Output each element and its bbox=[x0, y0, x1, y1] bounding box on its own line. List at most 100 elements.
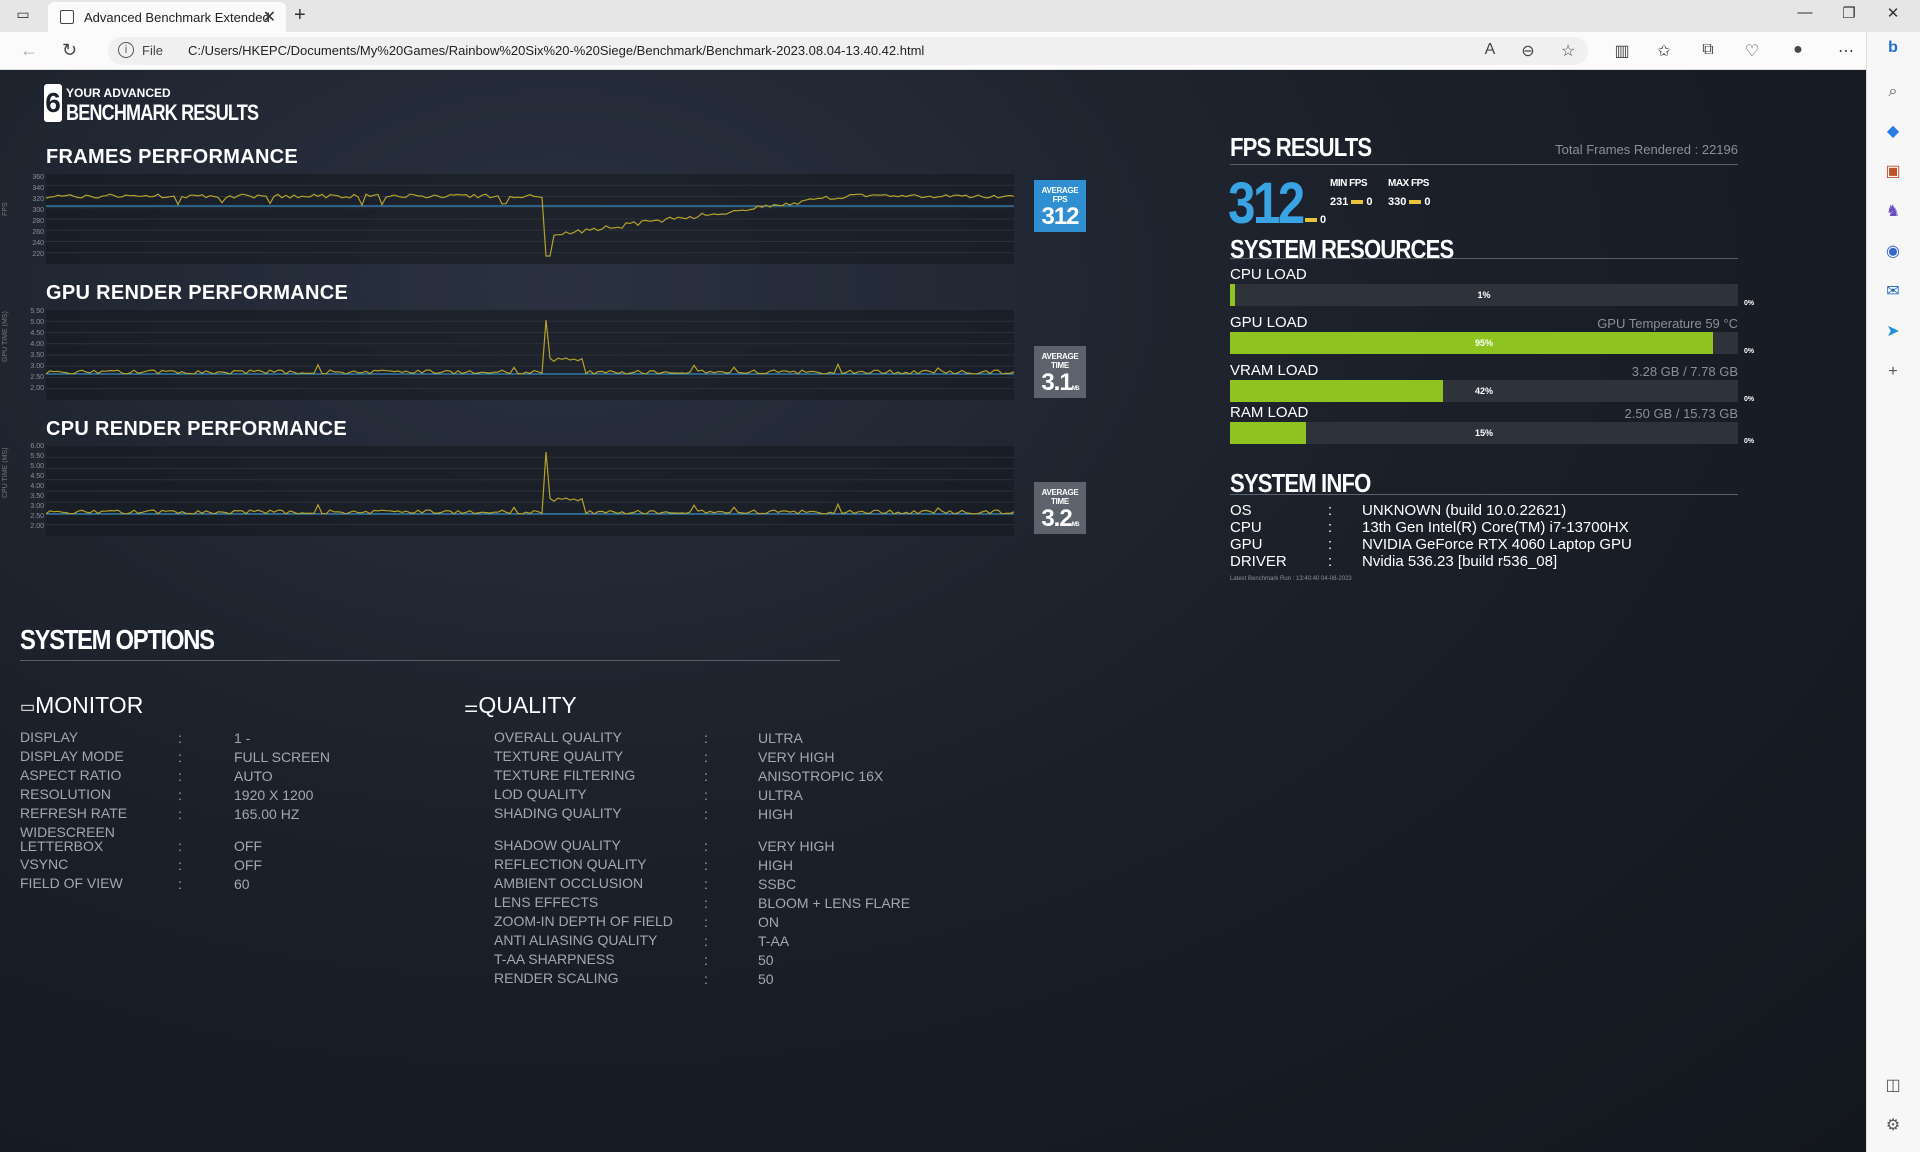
tick-label: 220 bbox=[32, 251, 44, 258]
gpu-avg-unit: MS bbox=[1071, 386, 1080, 392]
setting-value: SSBC bbox=[758, 876, 797, 892]
tick-label: 360 bbox=[32, 174, 44, 181]
add-sidebar-icon[interactable]: + bbox=[1881, 360, 1905, 384]
setting-separator: : bbox=[178, 768, 182, 784]
setting-separator: : bbox=[704, 768, 708, 784]
system-options-title: SYSTEM OPTIONS bbox=[20, 624, 215, 655]
telegram-icon[interactable]: ➤ bbox=[1881, 320, 1905, 344]
read-aloud-icon[interactable]: A bbox=[1478, 41, 1502, 59]
tick-label: 2.50 bbox=[30, 374, 44, 381]
max-fps-sub: 0 bbox=[1424, 196, 1431, 208]
logo-line-2: BENCHMARK RESULTS bbox=[66, 100, 259, 125]
info-value: Nvidia 536.23 [build r536_08] bbox=[1362, 553, 1558, 570]
setting-name: REFRESH RATE bbox=[20, 805, 128, 821]
tick-label: 4.50 bbox=[30, 473, 44, 480]
browser-tab[interactable]: Advanced Benchmark Extended ✕ bbox=[48, 2, 286, 32]
more-menu-icon[interactable]: ⋯ bbox=[1834, 41, 1858, 61]
games-icon[interactable]: ♞ bbox=[1881, 200, 1905, 224]
tools-icon[interactable]: ▣ bbox=[1881, 160, 1905, 184]
favorites-icon[interactable]: ✩ bbox=[1652, 41, 1676, 61]
setting-name: ANTI ALIASING QUALITY bbox=[494, 932, 658, 948]
gpu-y-label: GPU TIME (MS) bbox=[2, 311, 9, 362]
tab-actions-icon[interactable]: ▭ bbox=[10, 6, 36, 26]
latest-run: Latest Benchmark Run : 13:40:40 04-08-20… bbox=[1230, 576, 1352, 582]
setting-separator: : bbox=[704, 895, 708, 911]
setting-value: VERY HIGH bbox=[758, 749, 835, 765]
tick-label: 4.00 bbox=[30, 341, 44, 348]
info-icon[interactable]: i bbox=[118, 42, 134, 58]
fps-results-title: FPS RESULTS bbox=[1230, 132, 1372, 162]
gpu-load-bar: 95% bbox=[1230, 332, 1738, 354]
url-field[interactable]: i File C:/Users/HKEPC/Documents/My%20Gam… bbox=[108, 37, 1588, 65]
close-tab-icon[interactable]: ✕ bbox=[263, 7, 276, 27]
setting-name: T-AA SHARPNESS bbox=[494, 951, 615, 967]
tick-label: 3.00 bbox=[30, 503, 44, 510]
zoom-icon[interactable]: ⊖ bbox=[1516, 41, 1540, 61]
setting-separator: : bbox=[704, 876, 708, 892]
minimize-icon[interactable]: — bbox=[1782, 4, 1828, 21]
info-sep: : bbox=[1328, 536, 1333, 553]
favorite-star-icon[interactable]: ☆ bbox=[1556, 41, 1580, 61]
logo-mark: 6 bbox=[44, 84, 62, 122]
min-fps-sub: 0 bbox=[1366, 196, 1373, 208]
restore-icon[interactable]: ❐ bbox=[1826, 4, 1872, 22]
setting-separator: : bbox=[178, 787, 182, 803]
setting-value: ON bbox=[758, 914, 779, 930]
tick-label: 3.50 bbox=[30, 493, 44, 500]
vram-load-percent: 42% bbox=[1474, 386, 1493, 396]
tick-label: 2.00 bbox=[30, 385, 44, 392]
back-icon[interactable]: ← bbox=[20, 40, 38, 61]
frames-ticks: 360 340 320 300 280 260 240 220 bbox=[24, 172, 44, 260]
setting-separator: : bbox=[704, 952, 708, 968]
tick-label: 320 bbox=[32, 196, 44, 203]
url-text[interactable]: C:/Users/HKEPC/Documents/My%20Games/Rain… bbox=[188, 43, 924, 58]
setting-value: OFF bbox=[234, 838, 262, 854]
collections-icon[interactable]: ⧉ bbox=[1696, 41, 1720, 59]
office-icon[interactable]: ◉ bbox=[1881, 240, 1905, 264]
profile-avatar-icon[interactable]: ● bbox=[1786, 41, 1810, 59]
info-sep: : bbox=[1328, 502, 1333, 519]
outlook-icon[interactable]: ✉ bbox=[1881, 280, 1905, 304]
info-key: OS bbox=[1230, 502, 1252, 519]
setting-name: REFLECTION QUALITY bbox=[494, 856, 647, 872]
hide-sidebar-icon[interactable]: ◫ bbox=[1881, 1074, 1905, 1098]
frames-y-label: FPS bbox=[2, 202, 9, 216]
tab-bar: ▭ Advanced Benchmark Extended ✕ + — ❐ ✕ bbox=[0, 0, 1920, 32]
max-fps-value: 330 bbox=[1388, 196, 1407, 208]
close-window-icon[interactable]: ✕ bbox=[1870, 4, 1916, 22]
system-resources-title: SYSTEM RESOURCES bbox=[1230, 234, 1454, 264]
avg-fps-sub: 0 bbox=[1320, 214, 1327, 226]
trace-line bbox=[46, 193, 1014, 257]
tick-label: 260 bbox=[32, 229, 44, 236]
quality-title-text: QUALITY bbox=[478, 692, 577, 718]
setting-name: OVERALL QUALITY bbox=[494, 729, 622, 745]
address-bar: ← ↻ i File C:/Users/HKEPC/Documents/My%2… bbox=[0, 32, 1920, 70]
setting-name: LENS EFFECTS bbox=[494, 894, 599, 910]
setting-value: ULTRA bbox=[758, 787, 803, 803]
browser-sidebar: b ⌕ ◆ ▣ ♞ ◉ ✉ ➤ + ◫ ⚙ bbox=[1866, 32, 1920, 1152]
tick-label: 5.50 bbox=[30, 453, 44, 460]
cpu-avg-unit: MS bbox=[1071, 522, 1080, 528]
gpu-avg-label: AVERAGE TIME bbox=[1041, 352, 1079, 370]
search-icon[interactable]: ⌕ bbox=[1881, 80, 1905, 104]
setting-separator: : bbox=[178, 730, 182, 746]
quality-title: ⚌QUALITY bbox=[464, 692, 577, 719]
setting-name: ASPECT RATIO bbox=[20, 767, 122, 783]
refresh-icon[interactable]: ↻ bbox=[62, 40, 77, 61]
min-fps-label: MIN FPS bbox=[1330, 178, 1368, 189]
setting-value: ULTRA bbox=[758, 730, 803, 746]
new-tab-icon[interactable]: + bbox=[294, 4, 306, 27]
browser-essentials-icon[interactable]: ♡ bbox=[1740, 41, 1764, 61]
split-screen-icon[interactable]: ▥ bbox=[1610, 41, 1634, 61]
setting-name: SHADING QUALITY bbox=[494, 805, 622, 821]
setting-name: FIELD OF VIEW bbox=[20, 875, 123, 891]
avg-fps-label: AVERAGE FPS bbox=[1041, 186, 1079, 204]
monitor-title: ▭MONITOR bbox=[20, 692, 143, 719]
settings-gear-icon[interactable]: ⚙ bbox=[1881, 1114, 1905, 1138]
cpu-avg-label: AVERAGE TIME bbox=[1041, 488, 1079, 506]
shopping-icon[interactable]: ◆ bbox=[1881, 120, 1905, 144]
copilot-icon[interactable]: b bbox=[1881, 36, 1905, 60]
tick-label: 6.00 bbox=[30, 443, 44, 450]
setting-value: 165.00 HZ bbox=[234, 806, 300, 822]
gpu-render-title: GPU RENDER PERFORMANCE bbox=[46, 282, 349, 304]
